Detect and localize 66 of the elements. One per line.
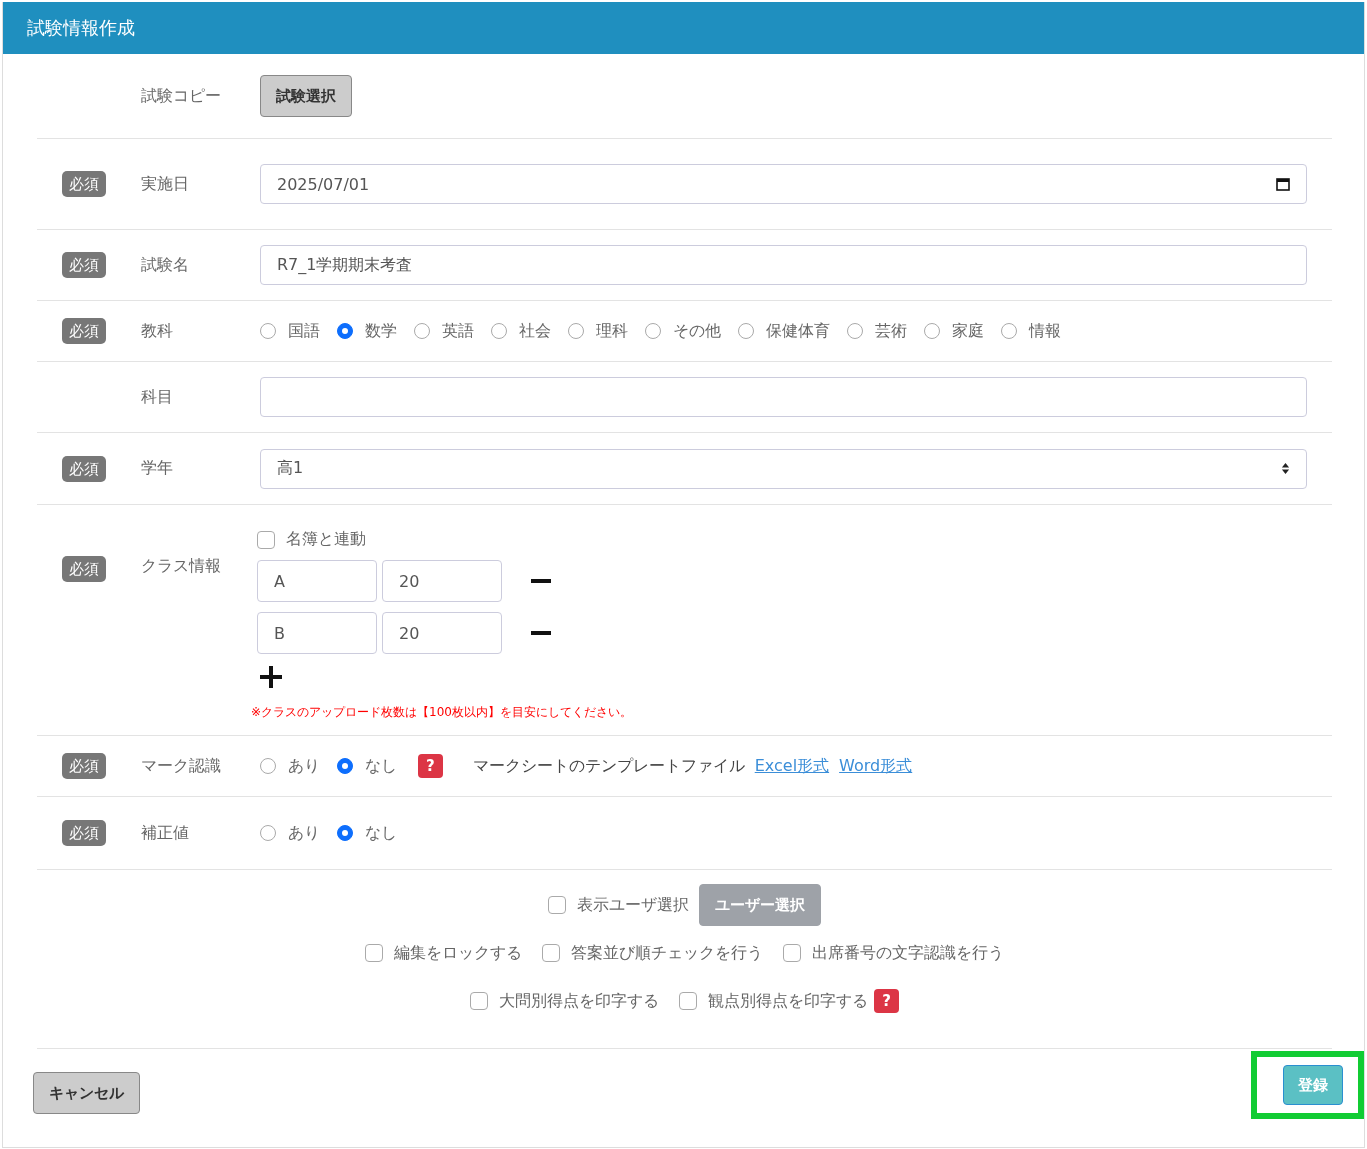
required-badge: 必須	[62, 455, 106, 482]
radio-button[interactable]	[337, 758, 353, 774]
plus-icon[interactable]	[260, 666, 282, 688]
sort-arrows-icon	[1281, 462, 1290, 475]
checkbox[interactable]	[783, 944, 801, 962]
class-name-field[interactable]: A	[257, 560, 377, 602]
checkbox[interactable]	[257, 530, 275, 549]
text-field[interactable]	[260, 377, 1307, 417]
radio-label: 家庭	[952, 320, 984, 342]
required-badge: 必須	[62, 318, 106, 344]
checkbox-label: 出席番号の文字認識を行う	[812, 942, 1004, 964]
field-label: マーク認識	[141, 755, 222, 777]
radio-label: 理科	[596, 320, 628, 342]
required-badge: 必須	[62, 820, 106, 846]
field-label: 学年	[141, 458, 174, 479]
checkbox-label: 大問別得点を印字する	[499, 990, 660, 1012]
checkbox-label: 名簿と連動	[286, 529, 366, 550]
class-name-field[interactable]: B	[257, 612, 377, 654]
calendar-icon[interactable]	[1276, 177, 1290, 191]
checkbox-label: 観点別得点を印字する	[708, 990, 869, 1012]
help-badge[interactable]: ?	[418, 754, 443, 778]
required-badge: 必須	[62, 556, 106, 582]
select-exam-button[interactable]: 試験選択	[260, 75, 352, 117]
field-label: 実施日	[141, 173, 190, 195]
radio-label: 保健体育	[766, 320, 830, 342]
radio-label: なし	[365, 755, 397, 777]
required-badge: 必須	[62, 252, 106, 278]
field-label: クラス情報	[141, 556, 222, 577]
checkbox[interactable]	[679, 992, 698, 1010]
radio-label: あり	[288, 755, 320, 777]
radio-button[interactable]	[337, 323, 353, 339]
download-link[interactable]: Excel形式	[754, 755, 830, 777]
radio-label: あり	[288, 822, 320, 844]
page-title: 試験情報作成	[27, 16, 135, 40]
checkbox[interactable]	[365, 944, 383, 962]
checkbox-label: 答案並び順チェックを行う	[571, 942, 763, 964]
field-label: 試験名	[141, 254, 190, 276]
field-label: 科目	[141, 386, 174, 408]
radio-label: その他	[673, 320, 721, 342]
checkbox-label: 表示ユーザ選択	[577, 894, 689, 916]
radio-label: 情報	[1029, 320, 1061, 342]
checkbox[interactable]	[542, 944, 560, 962]
date-field[interactable]: 2025/07/01	[260, 164, 1307, 204]
select-field[interactable]: 高1	[260, 448, 1307, 489]
checkbox[interactable]	[470, 992, 489, 1010]
required-badge: 必須	[62, 753, 106, 779]
field-label: 試験コピー	[141, 85, 222, 107]
radio-label: なし	[365, 822, 397, 844]
radio-button[interactable]	[337, 825, 353, 841]
student-count-field[interactable]: 20	[382, 612, 502, 654]
radio-label: 国語	[288, 320, 320, 342]
upload-note: ※クラスのアップロード枚数は【100枚以内】を目安にしてください。	[251, 704, 632, 721]
radio-label: 数学	[365, 320, 397, 342]
cancel-button[interactable]: キャンセル	[33, 1072, 140, 1114]
text-field[interactable]: R7_1学期期末考査	[260, 245, 1307, 285]
radio-label: 社会	[519, 320, 551, 342]
template-label: マークシートのテンプレートファイル	[472, 755, 745, 777]
download-link[interactable]: Word形式	[839, 755, 913, 777]
radio-label: 英語	[442, 320, 474, 342]
field-label: 補正値	[141, 822, 190, 844]
required-badge: 必須	[62, 171, 106, 197]
student-count-field[interactable]: 20	[382, 560, 502, 602]
radio-label: 芸術	[875, 320, 907, 342]
help-badge[interactable]: ?	[874, 989, 899, 1013]
field-label: 教科	[141, 320, 174, 342]
checkbox-label: 編集をロックする	[394, 942, 522, 964]
